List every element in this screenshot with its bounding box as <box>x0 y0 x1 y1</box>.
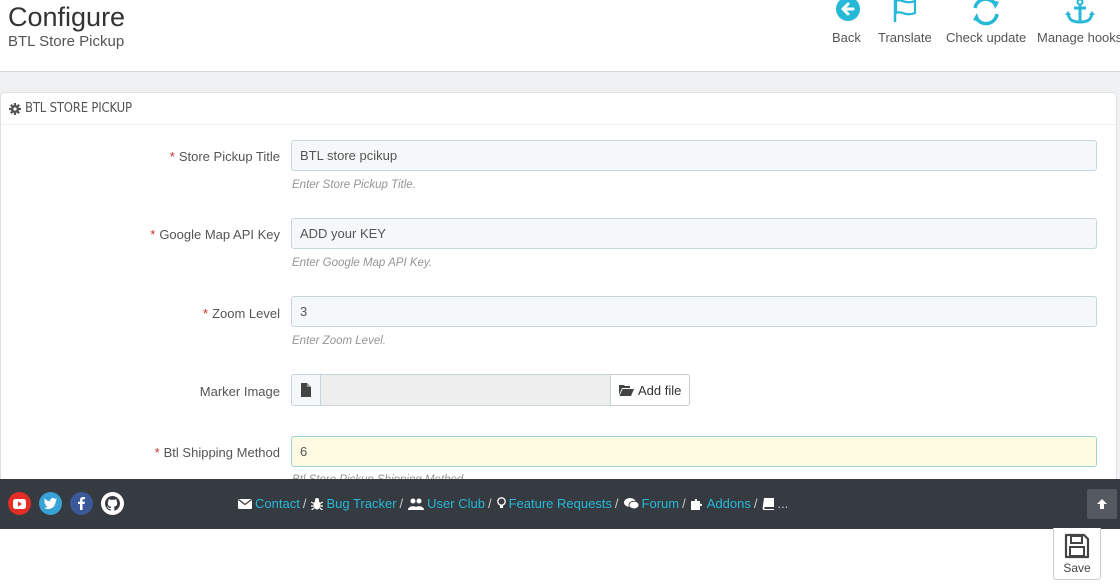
file-icon-box <box>291 374 321 406</box>
google-map-api-key-label: * Google Map API Key <box>150 227 280 242</box>
required-marker: * <box>150 227 156 242</box>
zoom-level-label-text: Zoom Level <box>212 306 280 321</box>
page-title: Configure <box>8 2 126 32</box>
twitter-glyph <box>44 498 57 509</box>
comments-icon <box>623 497 639 509</box>
toolbar-translate-button[interactable]: Translate <box>878 0 932 45</box>
btl-shipping-method-label: * Btl Shipping Method <box>155 445 280 460</box>
panel-heading-text: BTL STORE PICKUP <box>25 101 132 116</box>
lightbulb-icon <box>496 497 506 508</box>
footer-separator: / <box>302 496 307 511</box>
marker-image-label: Marker Image <box>199 384 280 399</box>
btl-shipping-method-input[interactable] <box>291 436 1097 467</box>
zoom-level-input[interactable] <box>291 296 1097 327</box>
required-marker: * <box>154 445 160 460</box>
btl-shipping-method-label-text: Btl Shipping Method <box>163 445 280 460</box>
footer-link-addons-text: Addons <box>706 496 751 511</box>
facebook-glyph <box>78 497 85 510</box>
facebook-icon[interactable] <box>70 492 93 515</box>
store-pickup-title-label-text: Store Pickup Title <box>178 149 280 164</box>
file-icon <box>301 383 311 397</box>
footer-link-bug-tracker[interactable]: Bug Tracker <box>311 496 397 511</box>
github-glyph <box>105 496 120 511</box>
gear-icon <box>9 102 21 115</box>
footer-separator: / <box>753 496 758 511</box>
page-header: Configure BTL Store Pickup Back Translat… <box>0 0 1120 72</box>
toolbar-translate-label: Translate <box>878 30 932 45</box>
page-subtitle: BTL Store Pickup <box>8 33 125 50</box>
footer-link-contact-text: Contact <box>255 496 300 511</box>
puzzle-icon <box>690 498 702 510</box>
footer-links: Contact / Bug Tracker / User Club / Feat… <box>238 496 788 511</box>
floppy-disk-icon <box>1064 533 1090 559</box>
footer-bar: Contact / Bug Tracker / User Club / Feat… <box>0 479 1120 529</box>
book-icon <box>763 497 775 510</box>
footer-link-user-club-text: User Club <box>427 496 485 511</box>
flag-icon <box>893 0 916 22</box>
scroll-to-top-button[interactable] <box>1087 489 1117 519</box>
marker-image-upload: Add file <box>291 374 691 406</box>
footer-link-user-club[interactable]: User Club <box>408 496 485 511</box>
footer-link-forum[interactable]: Forum <box>623 496 680 511</box>
toolbar-check-update-button[interactable]: Check update <box>946 0 1026 45</box>
toolbar-manage-hooks-label: Manage hooks <box>1037 30 1120 45</box>
anchor-icon <box>1064 0 1095 24</box>
footer-link-contact[interactable]: Contact <box>238 496 300 511</box>
footer-separator: / <box>682 496 686 511</box>
twitter-icon[interactable] <box>39 492 62 515</box>
footer-link-addons[interactable]: Addons <box>690 496 751 511</box>
google-map-api-key-input[interactable] <box>291 218 1097 249</box>
footer-link-forum-text: Forum <box>641 496 680 511</box>
youtube-glyph <box>13 498 26 509</box>
footer-separator: / <box>399 496 404 511</box>
required-marker: * <box>169 149 175 164</box>
toolbar-check-update-label: Check update <box>946 30 1027 45</box>
folder-open-icon <box>619 385 634 396</box>
store-pickup-title-label: * Store Pickup Title <box>170 149 280 164</box>
youtube-icon[interactable] <box>8 492 31 515</box>
save-label: Save <box>1063 561 1091 575</box>
zoom-level-help: Enter Zoom Level. <box>292 335 386 347</box>
refresh-icon <box>973 0 1000 26</box>
envelope-icon <box>238 498 252 509</box>
google-map-api-key-label-text: Google Map API Key <box>159 227 280 242</box>
github-icon[interactable] <box>101 492 124 515</box>
required-marker: * <box>203 306 209 321</box>
bottom-area <box>0 529 1120 586</box>
arrow-up-icon <box>1097 499 1107 509</box>
marker-image-filename-field[interactable] <box>321 374 611 406</box>
zoom-level-label: * Zoom Level <box>203 306 280 321</box>
toolbar-back-label: Back <box>832 30 861 45</box>
bug-icon <box>311 498 324 510</box>
config-panel: BTL STORE PICKUP *Store Pickup Title Ent… <box>0 92 1117 532</box>
add-file-button[interactable]: Add file <box>611 374 691 406</box>
add-file-label: Add file <box>638 382 682 398</box>
toolbar-manage-hooks-button[interactable]: Manage hooks <box>1037 0 1120 45</box>
save-button[interactable]: Save <box>1053 528 1101 580</box>
footer-link-feature-requests[interactable]: Feature Requests <box>496 496 612 511</box>
footer-link-more[interactable]: ... <box>762 496 788 511</box>
store-pickup-title-help: Enter Store Pickup Title. <box>292 179 416 191</box>
back-arrow-icon <box>836 0 861 21</box>
toolbar-back-button[interactable]: Back <box>832 0 861 45</box>
panel-heading: BTL STORE PICKUP <box>1 93 1116 125</box>
store-pickup-title-input[interactable] <box>291 140 1097 171</box>
footer-link-bug-tracker-text: Bug Tracker <box>326 496 397 511</box>
footer-link-more-text: ... <box>777 496 789 511</box>
google-map-api-key-help: Enter Google Map API Key. <box>292 257 432 269</box>
users-icon <box>408 498 425 510</box>
footer-separator: / <box>614 496 619 511</box>
footer-separator: / <box>487 496 492 511</box>
footer-link-feature-requests-text: Feature Requests <box>508 496 612 511</box>
